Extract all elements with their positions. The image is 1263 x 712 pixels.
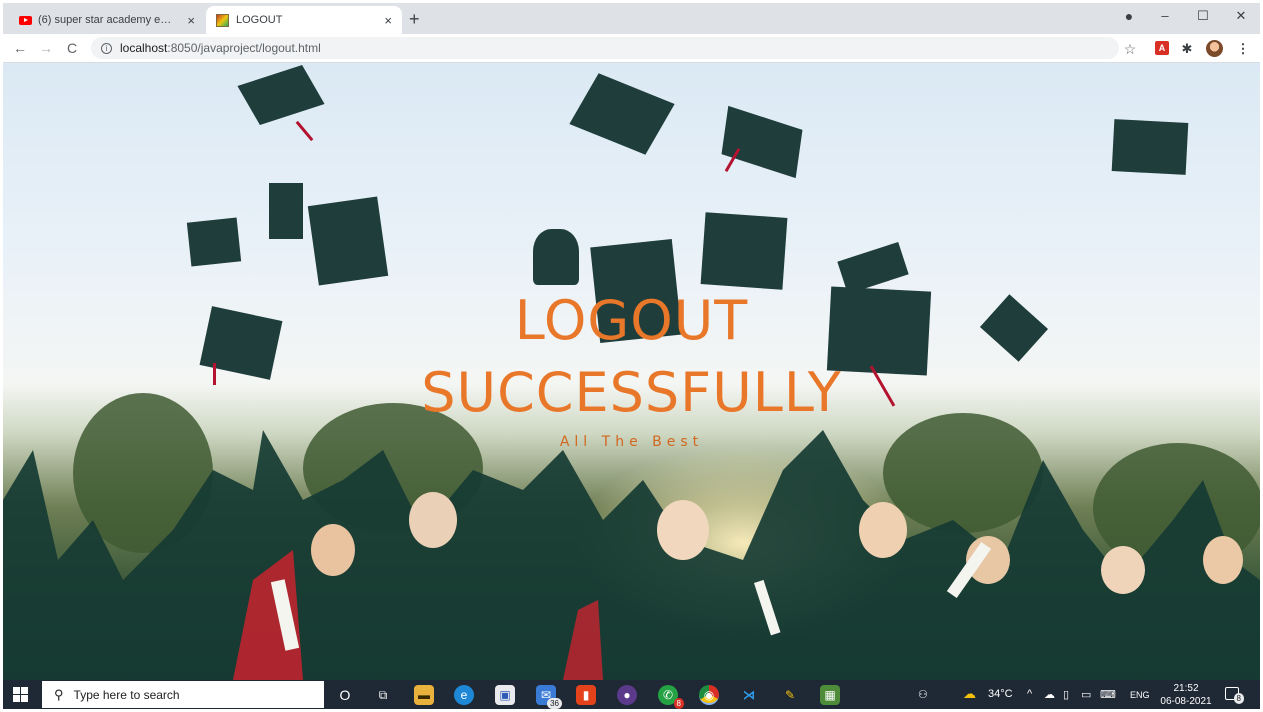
- weather-icon[interactable]: ☁: [963, 686, 976, 702]
- graduation-cap-image: [269, 183, 303, 239]
- store-icon[interactable]: ▣: [495, 685, 515, 705]
- tab-title: LOGOUT: [236, 14, 283, 26]
- graduation-cap-image: [237, 65, 325, 125]
- forward-button[interactable]: →: [37, 40, 55, 56]
- info-icon[interactable]: i: [101, 42, 112, 54]
- taskbar-clock[interactable]: 21:52 06-08-2021: [1160, 682, 1212, 708]
- notification-badge: 8: [1233, 693, 1244, 704]
- battery-icon[interactable]: ▭: [1081, 688, 1091, 701]
- close-icon[interactable]: ×: [384, 13, 392, 28]
- profile-avatar[interactable]: [1206, 40, 1223, 57]
- graduation-cap-image: [307, 196, 389, 286]
- office-icon[interactable]: ▮: [576, 685, 596, 705]
- youtube-icon: [19, 15, 32, 25]
- chevron-up-icon[interactable]: ^: [1027, 688, 1032, 700]
- pdf-extension-icon[interactable]: A: [1155, 41, 1169, 55]
- windows-taskbar: ⚲ Type here to search O ⧉ ▬ e ▣ ✉ 36 ▮ ●…: [3, 680, 1260, 709]
- whatsapp-badge: 8: [673, 698, 684, 709]
- people-icon[interactable]: ⚇: [918, 688, 928, 701]
- minimize-button[interactable]: –: [1155, 8, 1175, 23]
- page-icon: [216, 13, 229, 27]
- graduates-crowd-image: [3, 430, 1260, 680]
- clock-time: 21:52: [1173, 683, 1199, 694]
- close-icon[interactable]: ×: [187, 13, 195, 28]
- bookmark-star-icon[interactable]: ☆: [1122, 41, 1138, 58]
- cortana-icon[interactable]: O: [335, 685, 355, 705]
- url-host: localhost: [120, 41, 168, 55]
- tab-youtube[interactable]: (6) super star academy episode 2 ×: [9, 6, 205, 34]
- search-placeholder: Type here to search: [73, 687, 180, 702]
- tab-logout[interactable]: LOGOUT ×: [206, 6, 402, 34]
- headline-line-1: LOGOUT: [514, 289, 749, 352]
- eclipse-icon[interactable]: ●: [617, 685, 637, 705]
- reload-button[interactable]: C: [63, 40, 81, 56]
- taskbar-search-box[interactable]: ⚲ Type here to search: [42, 681, 324, 708]
- whatsapp-icon[interactable]: ✆ 8: [658, 685, 684, 709]
- paint-icon[interactable]: ✎: [780, 685, 800, 705]
- notification-center-icon[interactable]: 8: [1225, 687, 1244, 704]
- tab-strip: (6) super star academy episode 2 × LOGOU…: [3, 3, 1260, 34]
- new-tab-button[interactable]: +: [409, 10, 420, 28]
- address-bar[interactable]: i localhost :8050/javaproject/logout.htm…: [91, 37, 1119, 59]
- extensions-icon[interactable]: ✱: [1179, 41, 1195, 57]
- logout-headline: LOGOUT SUCCESSFULLY: [3, 285, 1260, 429]
- menu-icon[interactable]: ⋮: [1235, 41, 1251, 57]
- graduation-cap-image: [186, 217, 242, 267]
- headline-line-2: SUCCESSFULLY: [421, 361, 842, 424]
- back-button[interactable]: ←: [11, 40, 29, 56]
- media-icon[interactable]: ●: [1119, 8, 1139, 24]
- keyboard-icon[interactable]: ⌨: [1100, 688, 1116, 701]
- windows-start-icon[interactable]: [13, 687, 28, 702]
- mail-badge: 36: [547, 698, 562, 709]
- task-view-icon[interactable]: ⧉: [373, 685, 393, 705]
- browser-window: (6) super star academy episode 2 × LOGOU…: [3, 3, 1260, 709]
- tab-title: (6) super star academy episode 2: [38, 14, 174, 26]
- chrome-icon[interactable]: ◉: [699, 685, 719, 705]
- file-explorer-icon[interactable]: ▬: [414, 685, 434, 705]
- weather-temperature[interactable]: 34°C: [988, 688, 1013, 700]
- graduation-cap-image: [569, 73, 675, 155]
- graduation-cap-image: [1111, 119, 1189, 175]
- graduation-cap-image: [533, 229, 579, 285]
- close-window-button[interactable]: ✕: [1231, 8, 1251, 24]
- page-content: LOGOUT SUCCESSFULLY All The Best: [3, 63, 1260, 680]
- whatsapp-glyph: ✆: [662, 688, 674, 702]
- mail-icon[interactable]: ✉ 36: [536, 685, 562, 709]
- search-icon: ⚲: [54, 686, 64, 702]
- browser-toolbar: ← → C i localhost :8050/javaproject/logo…: [3, 34, 1260, 63]
- graduation-cap-image: [721, 105, 803, 179]
- graduation-cap-image: [700, 212, 788, 290]
- maximize-button[interactable]: ☐: [1193, 8, 1213, 24]
- edge-icon[interactable]: e: [454, 685, 474, 705]
- usb-icon[interactable]: ▯: [1063, 688, 1069, 701]
- url-path: :8050/javaproject/logout.html: [167, 41, 321, 55]
- vscode-icon[interactable]: ⋊: [739, 685, 759, 705]
- subline-text: All The Best: [559, 434, 704, 450]
- tassel-shape: [295, 120, 314, 142]
- language-indicator[interactable]: ENG: [1130, 690, 1150, 700]
- green-app-icon[interactable]: ▦: [820, 685, 840, 705]
- cloud-icon[interactable]: ☁: [1044, 688, 1055, 701]
- clock-date: 06-08-2021: [1160, 696, 1212, 707]
